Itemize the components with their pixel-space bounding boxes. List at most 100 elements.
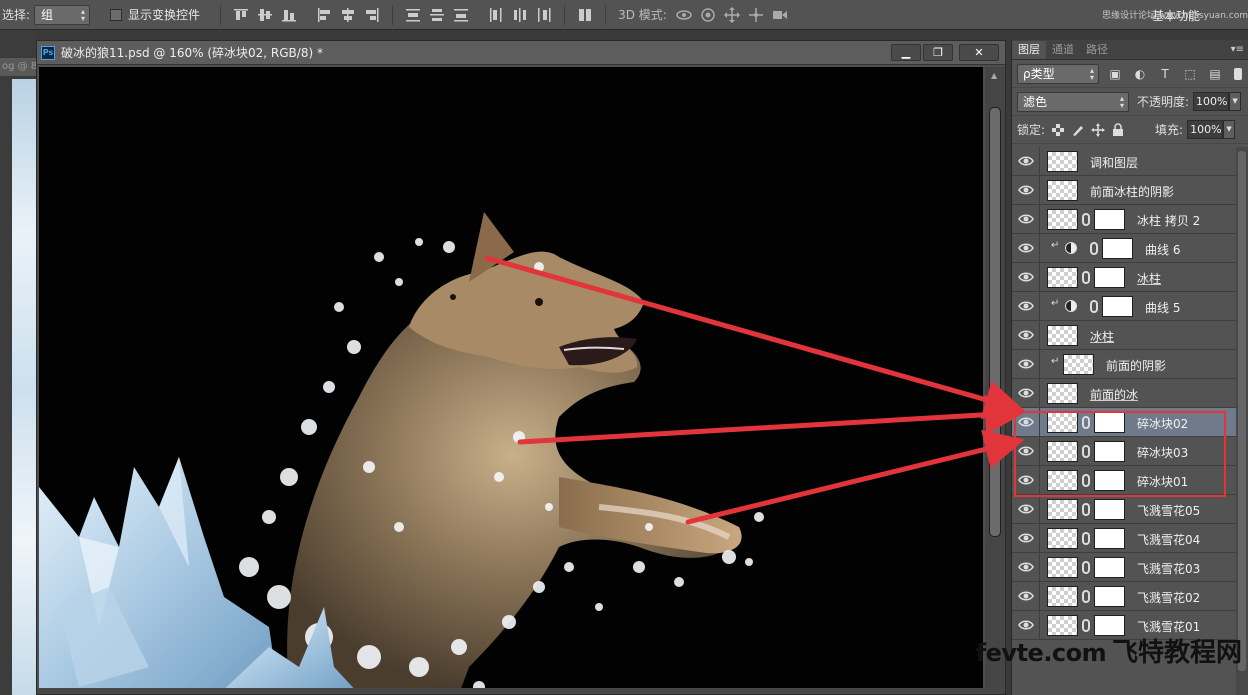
layer-mask-thumbnail[interactable] [1102,238,1133,259]
distribute-bottom-icon[interactable] [452,6,470,24]
fill-slider-toggle[interactable]: ▼ [1223,120,1236,139]
link-chain-icon[interactable] [1082,416,1090,429]
visibility-eye-icon[interactable] [1018,415,1034,429]
layer-row[interactable]: 碎冰块01 [1012,466,1237,495]
visibility-eye-icon[interactable] [1018,386,1034,400]
link-chain-icon[interactable] [1082,213,1090,226]
distribute-left-icon[interactable] [487,6,505,24]
layer-thumbnail[interactable] [1047,441,1078,462]
layer-thumbnail[interactable] [1063,354,1094,375]
link-chain-icon[interactable] [1082,503,1090,516]
tab-layers[interactable]: 图层 [1012,41,1046,59]
layer-thumbnail[interactable] [1047,209,1078,230]
layer-row[interactable]: 飞溅雪花04 [1012,524,1237,553]
visibility-eye-icon[interactable] [1018,502,1034,516]
visibility-eye-icon[interactable] [1018,473,1034,487]
layer-row[interactable]: 碎冰块03 [1012,437,1237,466]
distribute-right-icon[interactable] [535,6,553,24]
layer-mask-thumbnail[interactable] [1094,557,1125,578]
lock-all-icon[interactable] [1111,122,1125,137]
distribute-top-icon[interactable] [404,6,422,24]
scroll-up-icon[interactable]: ▲ [991,71,997,80]
distribute-vcenter-icon[interactable] [428,6,446,24]
layer-mask-thumbnail[interactable] [1102,296,1133,317]
layer-row[interactable]: 冰柱 [1012,263,1237,292]
layer-mask-thumbnail[interactable] [1094,412,1125,433]
layer-row[interactable]: 冰柱 拷贝 2 [1012,205,1237,234]
visibility-eye-icon[interactable] [1018,299,1034,313]
layer-row[interactable]: ↵ 曲线 5 [1012,292,1237,321]
document-canvas[interactable] [39,67,983,694]
layer-mask-thumbnail[interactable] [1094,586,1125,607]
layer-thumbnail[interactable] [1047,180,1078,201]
filter-shape-icon[interactable]: ⬚ [1181,66,1199,82]
visibility-eye-icon[interactable] [1018,328,1034,342]
select-dropdown[interactable]: 组 ▴ ▾ [34,4,91,25]
filter-smart-object-icon[interactable]: ▤ [1206,66,1224,82]
visibility-eye-icon[interactable] [1018,531,1034,545]
filter-adjustment-icon[interactable]: ◐ [1131,66,1149,82]
layer-row[interactable]: ↵ 前面的阴影 [1012,350,1237,379]
visibility-eye-icon[interactable] [1018,270,1034,284]
align-left-icon[interactable] [315,6,333,24]
layer-thumbnail[interactable] [1047,557,1078,578]
layer-thumbnail[interactable] [1047,499,1078,520]
layer-thumbnail[interactable] [1047,470,1078,491]
restore-button[interactable]: ❐ [923,44,953,61]
tab-channels[interactable]: 通道 [1046,41,1080,59]
layer-row[interactable]: 碎冰块02 [1012,408,1237,437]
layer-row[interactable]: 调和图层 [1012,147,1237,176]
filter-pixel-icon[interactable]: ▣ [1106,66,1124,82]
visibility-eye-icon[interactable] [1018,618,1034,632]
link-chain-icon[interactable] [1082,590,1090,603]
visibility-eye-icon[interactable] [1018,589,1034,603]
link-chain-icon[interactable] [1082,445,1090,458]
document-title-bar[interactable]: Ps 破冰的狼11.psd @ 160% (碎冰块02, RGB/8) * ▁ … [37,41,1005,65]
orbit-3d-icon[interactable] [675,6,693,24]
link-chain-icon[interactable] [1082,271,1090,284]
link-chain-icon[interactable] [1082,561,1090,574]
scroll-thumb[interactable] [989,107,1001,537]
minimize-button[interactable]: ▁ [891,44,921,61]
visibility-eye-icon[interactable] [1018,560,1034,574]
blend-mode-dropdown[interactable]: 滤色 ▴ ▾ [1017,91,1129,112]
visibility-eye-icon[interactable] [1018,154,1034,168]
link-chain-icon[interactable] [1082,532,1090,545]
layer-thumbnail[interactable] [1047,528,1078,549]
lock-position-icon[interactable] [1091,122,1106,137]
layer-mask-thumbnail[interactable] [1094,499,1125,520]
distribute-hcenter-icon[interactable] [511,6,529,24]
layer-row[interactable]: 飞溅雪花03 [1012,553,1237,582]
align-vcenter-icon[interactable] [256,6,274,24]
lock-transparent-pixels-icon[interactable] [1051,123,1065,137]
layer-thumbnail[interactable] [1047,325,1078,346]
layer-thumbnail[interactable] [1047,383,1078,404]
filter-toggle-icon[interactable] [1234,67,1242,80]
opacity-input[interactable]: 100% [1193,92,1230,111]
lock-image-pixels-icon[interactable] [1071,123,1085,137]
link-chain-icon[interactable] [1082,619,1090,632]
filter-kind-dropdown[interactable]: ρ类型 ▴ ▾ [1017,63,1099,84]
tab-paths[interactable]: 路径 [1080,41,1114,59]
layers-scroll-thumb[interactable] [1238,151,1246,671]
layer-thumbnail[interactable] [1047,586,1078,607]
auto-align-icon[interactable] [576,6,594,24]
visibility-eye-icon[interactable] [1018,212,1034,226]
close-button[interactable]: ✕ [959,44,999,61]
layers-scrollbar[interactable] [1236,147,1248,695]
roll-3d-icon[interactable] [699,6,717,24]
background-doc-tab[interactable]: og @ 8 [0,58,36,76]
fill-input[interactable]: 100% [1187,120,1224,139]
show-transform-checkbox[interactable] [110,8,123,21]
link-chain-icon[interactable] [1090,242,1098,255]
layer-row[interactable]: 冰柱 [1012,321,1237,350]
align-hcenter-icon[interactable] [339,6,357,24]
align-bottom-icon[interactable] [280,6,298,24]
layer-row[interactable]: 飞溅雪花02 [1012,582,1237,611]
link-chain-icon[interactable] [1082,474,1090,487]
layer-mask-thumbnail[interactable] [1094,209,1125,230]
layer-mask-thumbnail[interactable] [1094,441,1125,462]
align-right-icon[interactable] [363,6,381,24]
pan-3d-icon[interactable] [723,6,741,24]
link-chain-icon[interactable] [1090,300,1098,313]
